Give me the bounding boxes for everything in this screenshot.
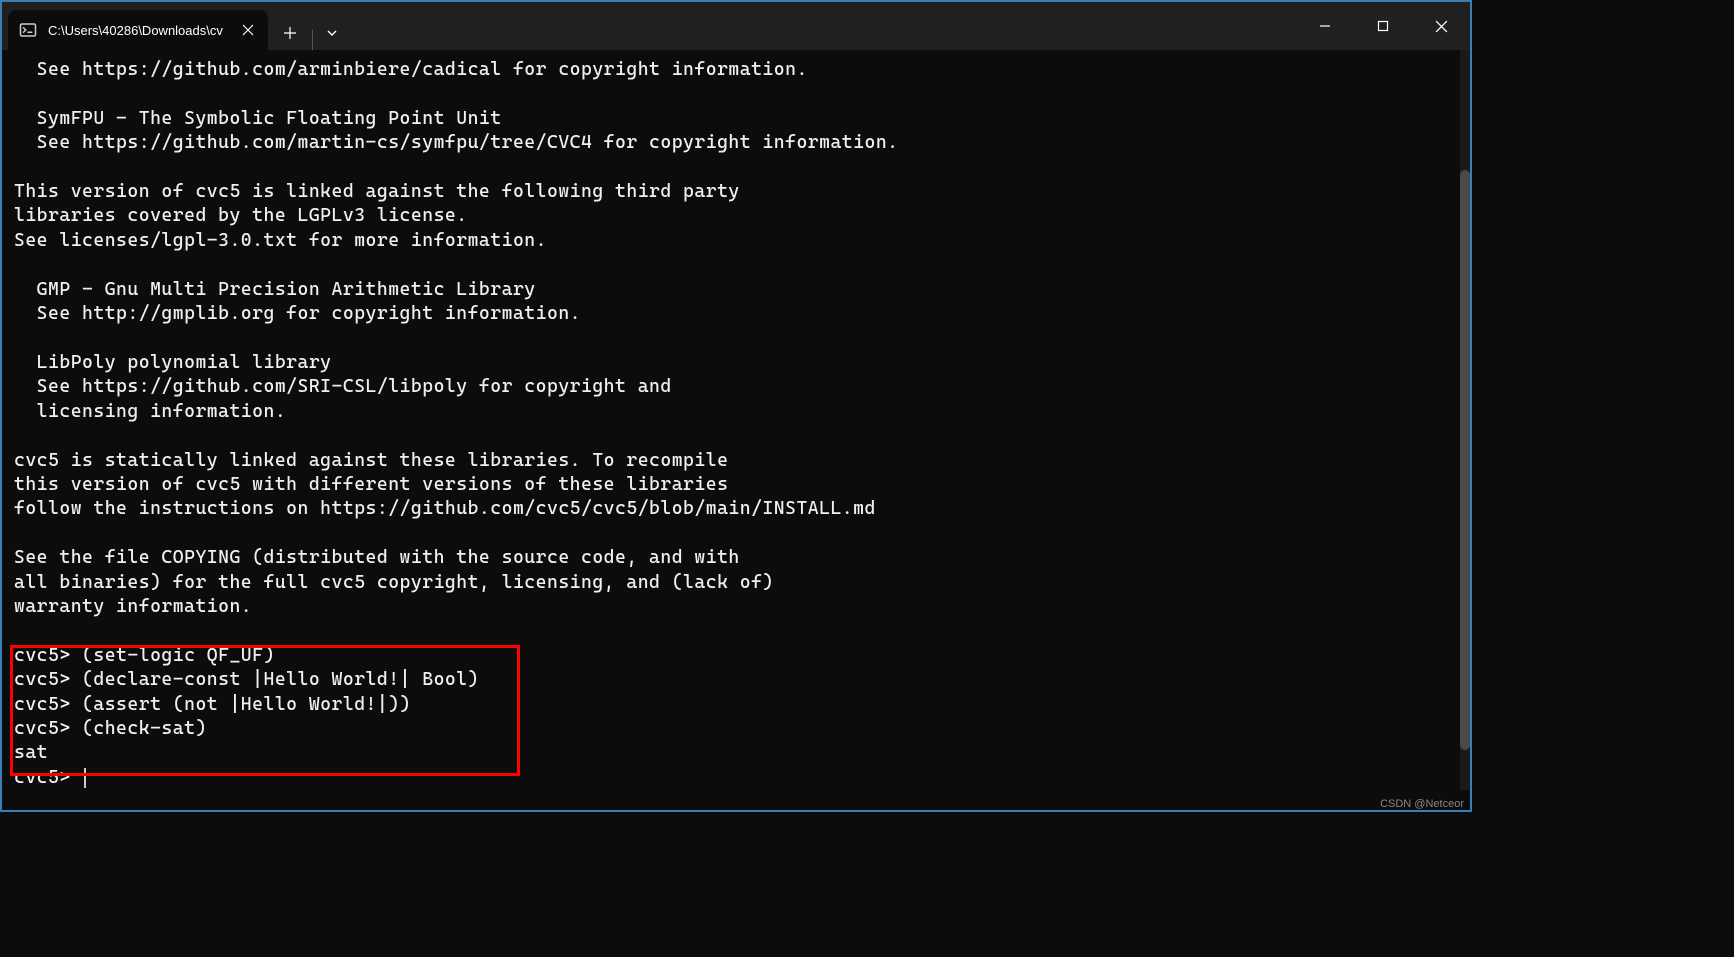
terminal-output[interactable]: See https://github.com/arminbiere/cadica… bbox=[2, 50, 1470, 810]
terminal-line: licensing information. bbox=[14, 401, 286, 422]
terminal-line: See licenses/lgpl-3.0.txt for more infor… bbox=[14, 230, 547, 251]
terminal-line: all binaries) for the full cvc5 copyrigh… bbox=[14, 572, 774, 593]
tab-container: C:\Users\40286\Downloads\cv bbox=[8, 2, 347, 50]
terminal-line: cvc5> (set-logic QF_UF) bbox=[14, 645, 275, 666]
terminal-line: See http://gmplib.org for copyright info… bbox=[14, 303, 581, 324]
terminal-line: GMP - Gnu Multi Precision Arithmetic Lib… bbox=[14, 279, 536, 300]
close-tab-button[interactable] bbox=[238, 20, 258, 40]
tab-dropdown-button[interactable] bbox=[317, 16, 347, 50]
title-bar: C:\Users\40286\Downloads\cv bbox=[2, 2, 1470, 50]
terminal-line: libraries covered by the LGPLv3 license. bbox=[14, 205, 468, 226]
terminal-line: cvc5 is statically linked against these … bbox=[14, 450, 728, 471]
minimize-button[interactable] bbox=[1296, 2, 1354, 50]
new-tab-button[interactable] bbox=[272, 16, 308, 50]
active-tab[interactable]: C:\Users\40286\Downloads\cv bbox=[8, 10, 268, 50]
close-window-button[interactable] bbox=[1412, 2, 1470, 50]
terminal-line: See https://github.com/arminbiere/cadica… bbox=[14, 59, 808, 80]
terminal-line: cvc5> (check-sat) bbox=[14, 718, 207, 739]
terminal-line: SymFPU - The Symbolic Floating Point Uni… bbox=[14, 108, 502, 129]
cursor-icon bbox=[84, 768, 86, 788]
terminal-line: See https://github.com/SRI-CSL/libpoly f… bbox=[14, 376, 672, 397]
terminal-line: This version of cvc5 is linked against t… bbox=[14, 181, 740, 202]
maximize-button[interactable] bbox=[1354, 2, 1412, 50]
terminal-line: LibPoly polynomial library bbox=[14, 352, 332, 373]
terminal-line: sat bbox=[14, 742, 48, 763]
terminal-line: warranty information. bbox=[14, 596, 252, 617]
terminal-line: this version of cvc5 with different vers… bbox=[14, 474, 728, 495]
terminal-line: See the file COPYING (distributed with t… bbox=[14, 547, 740, 568]
terminal-line: cvc5> (declare-const |Hello World!| Bool… bbox=[14, 669, 479, 690]
terminal-line: See https://github.com/martin-cs/symfpu/… bbox=[14, 132, 899, 153]
terminal-icon bbox=[18, 20, 38, 40]
watermark-text: CSDN @Netceor bbox=[1380, 798, 1464, 810]
tab-divider bbox=[312, 30, 313, 50]
scrollbar-track[interactable] bbox=[1460, 50, 1470, 790]
terminal-prompt: cvc5> bbox=[14, 767, 82, 788]
terminal-line: cvc5> (assert (not |Hello World!|)) bbox=[14, 694, 411, 715]
window-frame: C:\Users\40286\Downloads\cv bbox=[0, 0, 1472, 812]
terminal-line: follow the instructions on https://githu… bbox=[14, 498, 876, 519]
scrollbar-thumb[interactable] bbox=[1460, 170, 1470, 750]
tab-title: C:\Users\40286\Downloads\cv bbox=[48, 23, 238, 38]
window-controls bbox=[1296, 2, 1470, 50]
